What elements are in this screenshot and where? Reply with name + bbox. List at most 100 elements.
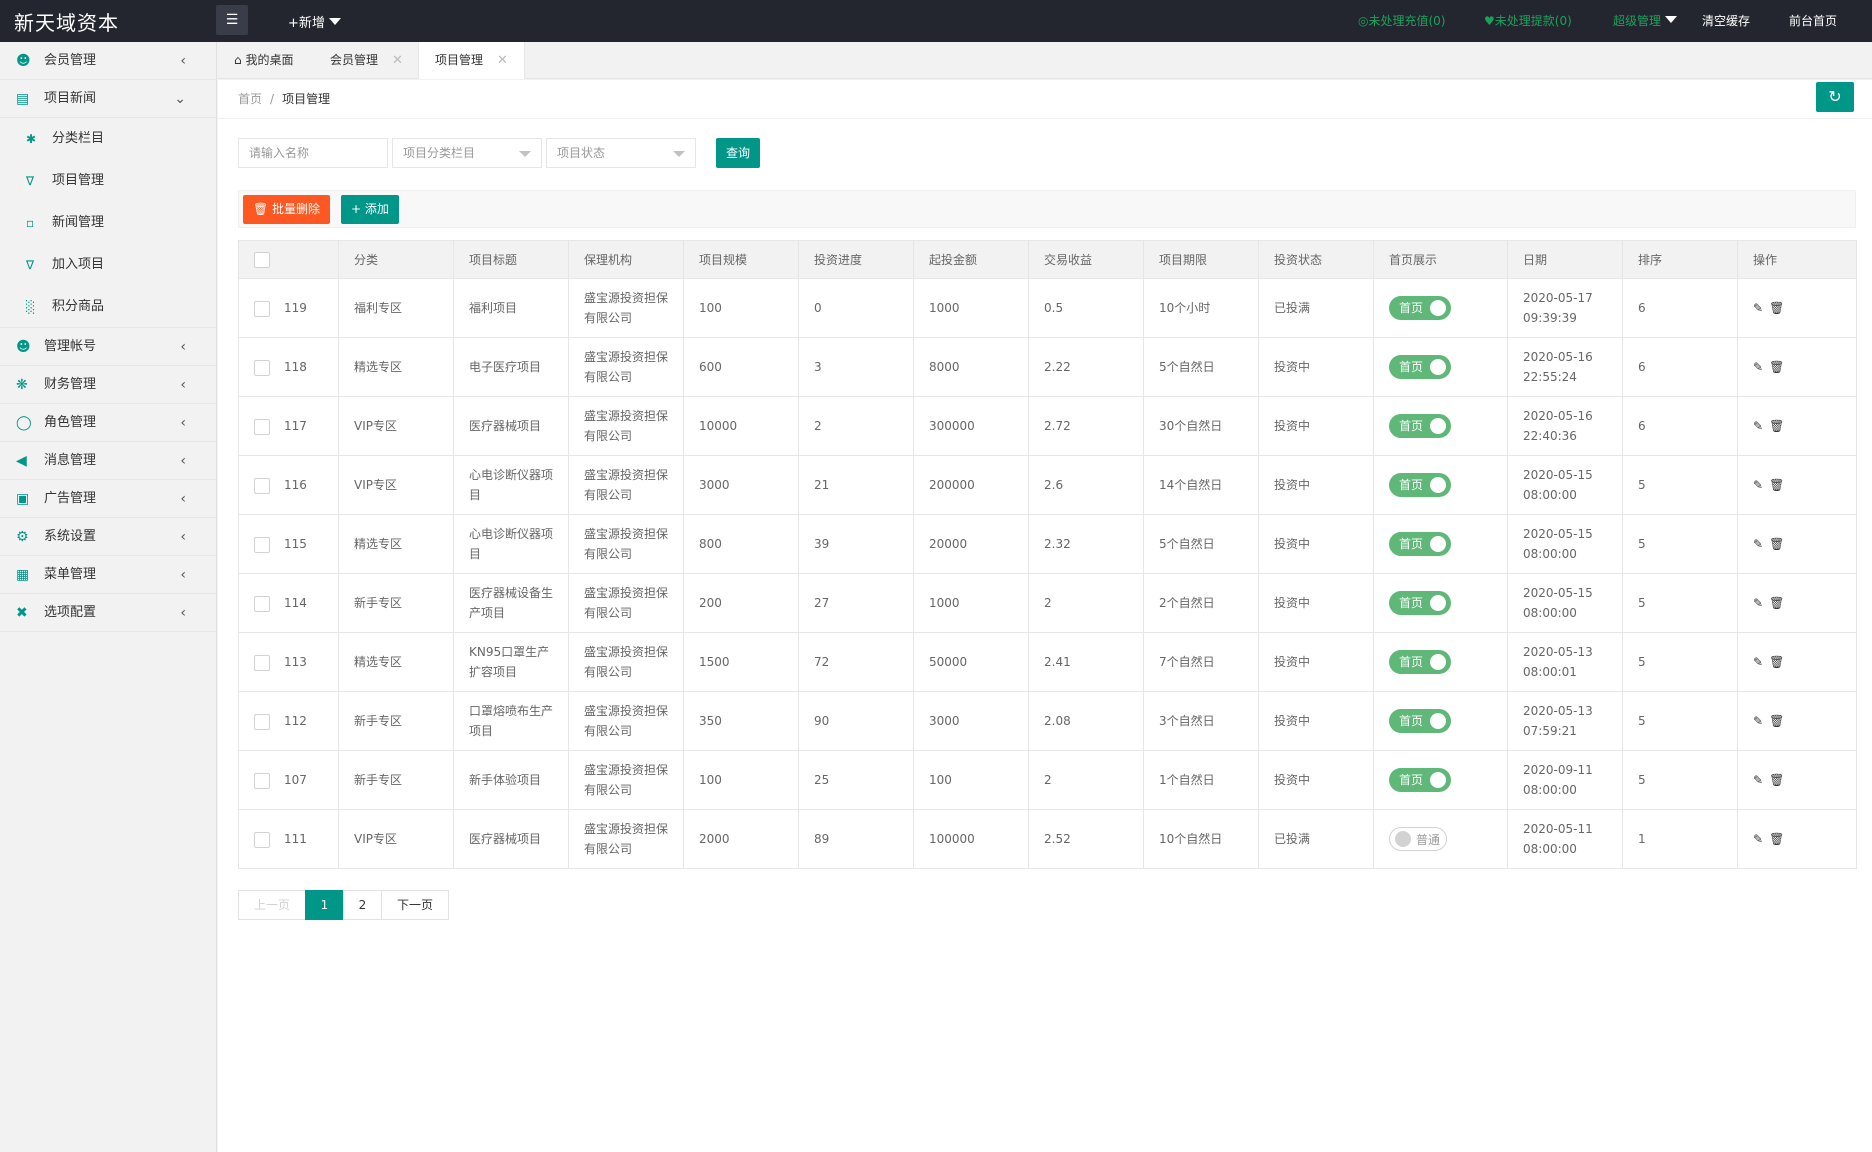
sidebar-item-ad[interactable]: ▣ 广告管理 ‹ [0, 480, 216, 518]
trash-icon[interactable]: 🗑 [1769, 419, 1784, 433]
refresh-button[interactable]: ↻ [1816, 82, 1854, 112]
table-body: 119 福利专区 福利项目 盛宝源投资担保有限公司 100 0 1000 0.5 10个小时 已投… [238, 278, 1857, 869]
menu-toggle-button[interactable]: ☰ [216, 5, 248, 35]
cell-term: 30个自然日 [1143, 396, 1259, 456]
edit-icon[interactable]: ✎ [1753, 655, 1763, 669]
breadcrumb-home[interactable]: 首页 [238, 92, 262, 106]
cell-status: 投资中 [1258, 396, 1374, 456]
sidebar-item-message[interactable]: ◀ 消息管理 ‹ [0, 442, 216, 480]
home-display-switch[interactable]: 首页 [1389, 414, 1451, 438]
row-checkbox[interactable] [254, 595, 270, 612]
super-admin-menu[interactable]: 超级管理 [1613, 12, 1678, 29]
close-icon[interactable]: ✕ [392, 53, 403, 68]
edit-icon[interactable]: ✎ [1753, 596, 1763, 610]
home-display-switch[interactable]: 首页 [1389, 532, 1451, 556]
trash-icon[interactable]: 🗑 [1769, 537, 1784, 551]
new-add-menu[interactable]: +新增 [288, 12, 341, 31]
row-checkbox[interactable] [254, 831, 270, 848]
table-row: 113 精选专区 KN95口罩生产扩容项目 盛宝源投资担保有限公司 1500 72 5000… [238, 632, 1857, 692]
home-display-switch[interactable]: 首页 [1389, 355, 1451, 379]
edit-icon[interactable]: ✎ [1753, 537, 1763, 551]
page-button[interactable]: 2 [343, 890, 382, 920]
category-select[interactable]: 项目分类栏目 [392, 138, 542, 168]
front-home-link[interactable]: 前台首页 [1789, 12, 1837, 29]
next-page-button[interactable]: 下一页 [381, 890, 449, 920]
message-icon: ◀ [16, 453, 27, 469]
sidebar-item-role[interactable]: ◯ 角色管理 ‹ [0, 404, 216, 442]
clear-cache-link[interactable]: 清空缓存 [1702, 12, 1750, 29]
query-button[interactable]: 查询 [716, 138, 760, 168]
trash-icon[interactable]: 🗑 [1769, 360, 1784, 374]
home-display-switch[interactable]: 首页 [1389, 473, 1451, 497]
trash-icon[interactable]: 🗑 [1769, 596, 1784, 610]
row-checkbox[interactable] [254, 772, 270, 789]
cell-status: 投资中 [1258, 632, 1374, 692]
edit-icon[interactable]: ✎ [1753, 301, 1763, 315]
prev-page-button[interactable]: 上一页 [238, 890, 306, 920]
sidebar-item-menu[interactable]: ▦ 菜单管理 ‹ [0, 556, 216, 594]
row-checkbox[interactable] [254, 536, 270, 553]
home-display-switch[interactable]: 首页 [1389, 591, 1451, 615]
select-all-checkbox[interactable] [254, 251, 270, 268]
trash-icon[interactable]: 🗑 [1769, 714, 1784, 728]
row-checkbox[interactable] [254, 418, 270, 435]
sidebar-sub-join[interactable]: ∇ 加入项目 [0, 244, 216, 286]
sidebar-item-finance[interactable]: ❋ 财务管理 ‹ [0, 366, 216, 404]
page-button[interactable]: 1 [305, 890, 344, 920]
cell-title: 心电诊断仪器项目 [453, 455, 569, 515]
sidebar-item-news[interactable]: ▤ 项目新闻 ⌄ [0, 80, 216, 118]
add-button[interactable]: + 添加 [341, 195, 399, 224]
row-checkbox[interactable] [254, 477, 270, 494]
home-display-switch[interactable]: 首页 [1389, 296, 1451, 320]
sidebar-sub-project[interactable]: ∇ 项目管理 [0, 160, 216, 202]
cell-progress: 2 [798, 396, 914, 456]
sidebar-item-admin-account[interactable]: ☻ 管理帐号 ‹ [0, 328, 216, 366]
cell-home-display: 首页 [1373, 632, 1508, 692]
cell-min-amount: 100 [913, 750, 1029, 810]
sidebar-item-settings[interactable]: ⚙ 系统设置 ‹ [0, 518, 216, 556]
trash-icon[interactable]: 🗑 [1769, 832, 1784, 846]
home-display-switch[interactable]: 首页 [1389, 650, 1451, 674]
trash-icon[interactable]: 🗑 [1769, 301, 1784, 315]
status-select[interactable]: 项目状态 [546, 138, 696, 168]
tab-desktop[interactable]: ⌂ 我的桌面 [218, 42, 309, 79]
trash-icon[interactable]: 🗑 [1769, 773, 1784, 787]
caret-down-icon [673, 151, 685, 157]
row-checkbox[interactable] [254, 713, 270, 730]
row-select-cell: 112 [238, 691, 339, 751]
tab-member[interactable]: 会员管理 ✕ [314, 42, 419, 79]
sidebar-sub-category[interactable]: ✱ 分类栏目 [0, 118, 216, 160]
unprocessed-withdraw-link[interactable]: ♥未处理提款(0) [1484, 12, 1572, 29]
row-checkbox[interactable] [254, 300, 270, 317]
sidebar-item-options[interactable]: ✖ 选项配置 ‹ [0, 594, 216, 632]
edit-icon[interactable]: ✎ [1753, 714, 1763, 728]
trash-icon[interactable]: 🗑 [1769, 655, 1784, 669]
cell-date: 2020-05-16 22:40:36 [1507, 396, 1623, 456]
edit-icon[interactable]: ✎ [1753, 832, 1763, 846]
trash-icon[interactable]: 🗑 [1769, 478, 1784, 492]
edit-icon[interactable]: ✎ [1753, 773, 1763, 787]
unprocessed-recharge-link[interactable]: ◎未处理充值(0) [1358, 12, 1445, 29]
edit-icon[interactable]: ✎ [1753, 478, 1763, 492]
cell-actions: ✎ 🗑 [1737, 396, 1857, 456]
row-checkbox[interactable] [254, 654, 270, 671]
tab-project[interactable]: 项目管理 ✕ [418, 42, 525, 79]
edit-icon[interactable]: ✎ [1753, 419, 1763, 433]
sidebar-item-member[interactable]: ☻ 会员管理 ‹ [0, 42, 216, 80]
name-input[interactable]: 请输入名称 [238, 138, 388, 168]
cell-sort: 6 [1622, 278, 1738, 338]
sidebar-sub-points[interactable]: ░ 积分商品 [0, 286, 216, 328]
home-display-switch[interactable]: 首页 [1389, 768, 1451, 792]
close-icon[interactable]: ✕ [497, 53, 508, 68]
row-checkbox[interactable] [254, 359, 270, 376]
cell-date: 2020-05-13 08:00:01 [1507, 632, 1623, 692]
home-display-switch[interactable]: 首页 [1389, 709, 1451, 733]
sidebar-sub-news[interactable]: ▫ 新闻管理 [0, 202, 216, 244]
cell-yield: 2.08 [1028, 691, 1144, 751]
home-display-switch[interactable]: 普通 [1389, 827, 1447, 851]
batch-delete-button[interactable]: 🗑 批量删除 [243, 195, 331, 224]
cell-scale: 10000 [683, 396, 799, 456]
edit-icon[interactable]: ✎ [1753, 360, 1763, 374]
main-content: 首页 / 项目管理 ↻ 请输入名称 项目分类栏目 项目状态 查询 🗑 批量删除 + … [218, 80, 1872, 1152]
tree-icon: ✱ [26, 132, 37, 146]
